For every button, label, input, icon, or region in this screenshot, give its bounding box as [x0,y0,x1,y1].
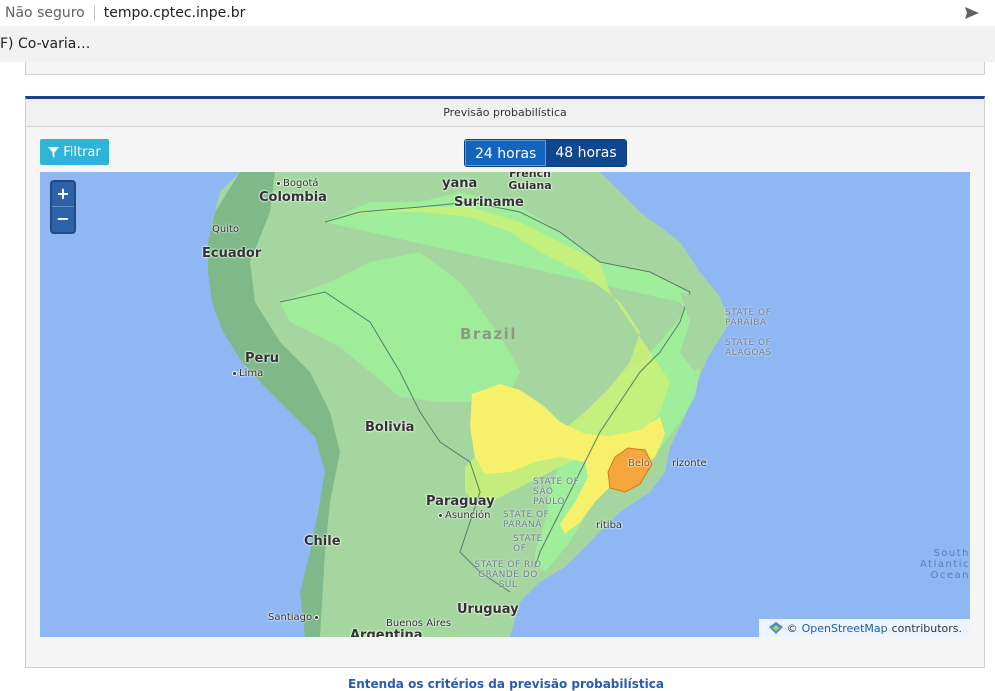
city-label-asuncion: Asunción [438,510,490,521]
leaflet-icon [768,622,783,634]
country-label-chile: Chile [304,534,341,549]
browser-address-bar: Não seguro tempo.cptec.inpe.br [0,0,995,26]
send-icon[interactable] [963,4,981,22]
city-label-quito: Quito [212,224,240,235]
city-label-curitiba: ritiba [596,520,623,531]
zoom-out-button[interactable]: − [52,207,74,232]
period-48h-button[interactable]: 48 horas [546,140,626,166]
panel-title: Previsão probabilística [26,99,984,127]
zoom-in-button[interactable]: + [52,182,74,207]
zoom-control: + − [50,180,76,234]
city-label-santiago: Santiago [268,612,321,623]
country-label-brazil: Brazil [460,325,517,343]
city-label-belo-horizonte: rizonte [672,458,707,469]
state-label-sao-paulo: STATE OF SÃO PAULO [533,477,580,507]
security-indicator[interactable]: Não seguro [0,5,85,21]
filter-button[interactable]: Filtrar [40,139,109,165]
country-label-colombia: Colombia [259,190,327,205]
ocean-label: South Atlantic Ocean [920,548,970,581]
city-label-lima: Lima [232,368,263,379]
forecast-map[interactable]: + − Bogotá Colombia yana Suriname French… [40,172,970,637]
tab-title[interactable]: F) Co-varia… [0,36,90,52]
country-label-paraguay: Paraguay [426,494,495,509]
country-label-peru: Peru [245,351,280,366]
country-label-suriname: Suriname [454,195,524,210]
city-label-belo: Belo [628,458,650,469]
previous-panel-bottom [25,62,985,75]
period-selector: 24 horas 48 horas [464,139,627,167]
criteria-link[interactable]: Entenda os critérios da previsão probabi… [26,677,986,691]
state-label-rio-grande-do-sul: STATE OF RIO GRANDE DO SUL [474,560,542,590]
filter-label: Filtrar [63,144,101,160]
map-attribution: © OpenStreetMap contributors. [758,619,970,637]
country-label-uruguay: Uruguay [457,602,519,617]
state-label-parana: STATE OF PARANÁ [503,510,550,530]
state-label-santa-catarina: STATE OF [513,534,543,554]
tab-strip: F) Co-varia… [0,26,995,62]
state-label-paraiba: STATE OF PARAÍBA [725,308,772,328]
country-label-guyana: yana [442,176,478,191]
address-separator [93,5,95,21]
attribution-suffix: contributors. [891,621,962,635]
country-label-french-guiana: French Guiana [508,172,552,192]
country-label-argentina: Argentina [350,628,423,637]
city-label-bogota: Bogotá [276,178,319,189]
country-label-bolivia: Bolivia [365,420,415,435]
state-label-alagoas: STATE OF ALAGOAS [725,338,772,358]
country-label-ecuador: Ecuador [202,246,262,261]
page-content: Previsão probabilística Filtrar 24 horas… [0,62,995,691]
forecast-panel: Previsão probabilística Filtrar 24 horas… [25,96,985,691]
attribution-prefix: © [786,621,798,635]
url-field[interactable]: tempo.cptec.inpe.br [104,5,246,21]
filter-icon [48,146,60,158]
period-24h-button[interactable]: 24 horas [465,140,547,166]
osm-link[interactable]: OpenStreetMap [802,622,888,635]
